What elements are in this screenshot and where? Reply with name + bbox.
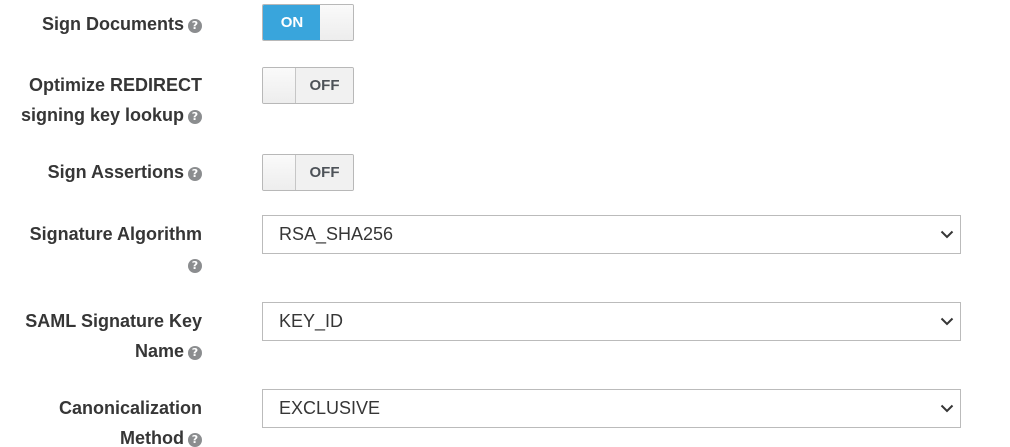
toggle-off-label: OFF	[296, 155, 353, 190]
help-icon[interactable]: ?	[188, 167, 202, 181]
toggle-knob	[320, 5, 353, 40]
saml-signature-key-name-value: KEY_ID	[279, 311, 344, 331]
optimize-redirect-toggle[interactable]: OFF	[262, 67, 354, 104]
help-icon[interactable]: ?	[188, 346, 202, 360]
toggle-off-label: OFF	[296, 68, 353, 103]
chevron-down-icon	[940, 317, 954, 326]
help-icon[interactable]: ?	[188, 110, 202, 124]
saml-signature-key-name-select[interactable]: KEY_ID	[262, 302, 961, 341]
signature-algorithm-select[interactable]: RSA_SHA256	[262, 215, 961, 254]
chevron-down-icon	[940, 230, 954, 239]
canonicalization-method-label: Canonicalization Method?	[58, 398, 202, 447]
chevron-down-icon	[940, 404, 954, 413]
signature-algorithm-label: Signature Algorithm ?	[29, 224, 202, 273]
sign-assertions-toggle[interactable]: OFF	[262, 154, 354, 191]
toggle-on-label: ON	[263, 5, 322, 40]
saml-signature-form: Sign Documents? ON Optimize REDIRECT sig…	[0, 0, 1010, 447]
help-icon[interactable]: ?	[188, 19, 202, 33]
toggle-knob	[263, 155, 296, 190]
signature-algorithm-value: RSA_SHA256	[279, 224, 394, 244]
canonicalization-method-select[interactable]: EXCLUSIVE	[262, 389, 961, 428]
toggle-knob	[263, 68, 296, 103]
sign-documents-label: Sign Documents?	[2, 9, 202, 39]
help-icon[interactable]: ?	[188, 259, 202, 273]
help-icon[interactable]: ?	[188, 433, 202, 447]
sign-documents-toggle[interactable]: ON	[262, 4, 354, 41]
saml-signature-key-name-label: SAML Signature Key Name?	[25, 311, 202, 361]
canonicalization-method-value: EXCLUSIVE	[279, 398, 381, 418]
sign-assertions-label: Sign Assertions?	[2, 157, 202, 187]
optimize-redirect-label: Optimize REDIRECT signing key lookup?	[20, 75, 202, 125]
